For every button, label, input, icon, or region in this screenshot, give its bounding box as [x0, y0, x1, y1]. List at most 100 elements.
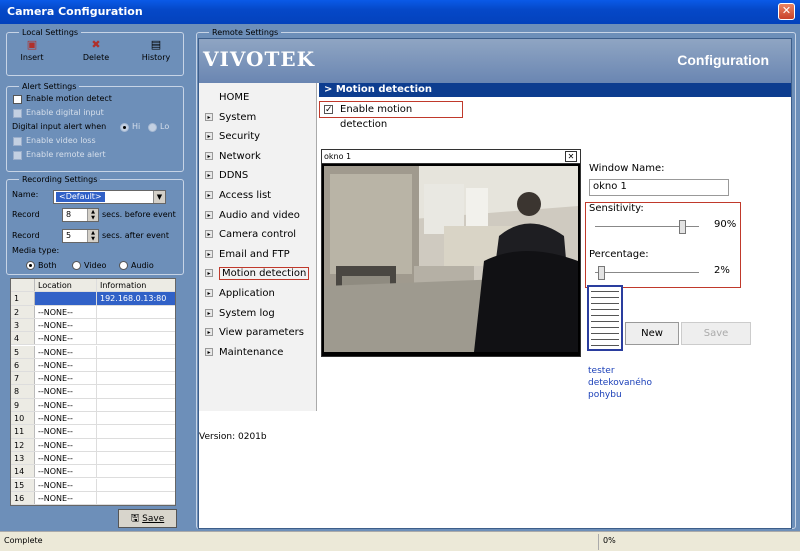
sensitivity-slider-thumb[interactable] — [678, 220, 686, 234]
record-before-stepper[interactable]: 8 ▲ ▼ — [62, 208, 99, 222]
percentage-slider-track[interactable] — [595, 272, 699, 274]
enable-motion-detect-checkbox[interactable] — [13, 95, 22, 104]
expand-arrow-icon[interactable]: ▸ — [205, 289, 213, 297]
table-row[interactable]: 12 --NONE-- — [11, 438, 175, 452]
table-row[interactable]: 7 --NONE-- — [11, 372, 175, 386]
row-information — [97, 425, 175, 437]
expand-arrow-icon[interactable]: ▸ — [205, 151, 213, 160]
table-row[interactable]: 9 --NONE-- — [11, 398, 175, 412]
row-information — [97, 332, 175, 344]
media-audio-radio[interactable] — [119, 261, 128, 270]
row-location: --NONE-- — [35, 465, 97, 478]
new-button[interactable]: New — [625, 322, 679, 345]
media-audio-label: Audio — [131, 261, 154, 270]
nav-item-access-list[interactable]: ▸ Access list — [205, 189, 271, 203]
app-window: Camera Configuration ✕ Local Settings ▣ … — [0, 0, 800, 551]
table-row[interactable]: 5 --NONE-- — [11, 345, 175, 359]
local-settings-title: Local Settings — [19, 27, 82, 38]
history-button[interactable]: ▤ History — [139, 39, 173, 63]
enable-remote-alert-checkbox[interactable] — [13, 151, 22, 160]
expand-arrow-icon[interactable]: ▸ — [205, 347, 213, 356]
nav-item-application[interactable]: ▸ Application — [205, 287, 275, 301]
expand-arrow-icon[interactable]: ▸ — [205, 112, 213, 121]
nav-item-email-and-ftp[interactable]: ▸ Email and FTP — [205, 248, 290, 262]
insert-button[interactable]: ▣ Insert — [17, 39, 47, 63]
lo-label: Lo — [160, 122, 170, 131]
nav-item-security[interactable]: ▸ Security — [205, 130, 260, 144]
expand-arrow-icon[interactable]: ▸ — [205, 308, 213, 317]
close-button[interactable]: ✕ — [778, 3, 795, 20]
expand-arrow-icon[interactable]: ▸ — [205, 171, 213, 180]
save-button[interactable]: 🖫 Save — [118, 509, 177, 528]
enable-digital-input-checkbox[interactable] — [13, 109, 22, 118]
name-select[interactable]: <Default> ▼ — [53, 190, 166, 204]
row-information — [97, 346, 175, 358]
nav-item-audio-and-video[interactable]: ▸ Audio and video — [205, 209, 300, 223]
table-row[interactable]: 6 --NONE-- — [11, 358, 175, 373]
row-information — [97, 465, 175, 477]
nav-item-motion-detection[interactable]: ▸ Motion detection — [205, 267, 310, 281]
expand-arrow-icon[interactable]: ▸ — [205, 132, 213, 141]
table-row[interactable]: 14 --NONE-- — [11, 465, 175, 479]
expand-arrow-icon[interactable]: ▸ — [205, 230, 213, 239]
checkbox-check-icon[interactable] — [324, 103, 333, 118]
record-after-stepper[interactable]: 5 ▲ ▼ — [62, 229, 99, 243]
table-row[interactable]: 16 --NONE-- — [11, 491, 175, 505]
record-before-value: 8 — [66, 210, 72, 219]
row-number: 12 — [11, 438, 35, 451]
office-scene-image — [324, 166, 578, 352]
nav-item-label: Email and FTP — [219, 248, 290, 260]
table-row[interactable]: 15 --NONE-- — [11, 478, 175, 492]
configuration-title: Configuration — [677, 52, 769, 68]
expand-arrow-icon[interactable]: ▸ — [205, 191, 213, 199]
percentage-slider-thumb[interactable] — [598, 266, 606, 280]
location-table: Location Information 1 192.168.0.13:80 2 --… — [10, 278, 176, 506]
nav-item-system-log[interactable]: ▸ System log — [205, 307, 275, 321]
nav-item-view-parameters[interactable]: ▸ View parameters — [205, 326, 304, 340]
media-both-radio[interactable] — [26, 261, 35, 270]
nav-item-label: Access list — [219, 190, 272, 201]
table-row[interactable]: 4 --NONE-- — [11, 332, 175, 346]
nav-item-maintenance[interactable]: ▸ Maintenance — [205, 346, 283, 360]
nav-item-camera-control[interactable]: ▸ Camera control — [205, 228, 296, 242]
close-icon[interactable]: ✕ — [565, 151, 577, 162]
table-row[interactable]: 1 192.168.0.13:80 — [11, 292, 175, 306]
digital-alert-when-label: Digital input alert when — [12, 122, 107, 131]
hi-radio[interactable] — [120, 123, 129, 132]
row-information — [97, 492, 175, 504]
save-window-button[interactable]: Save — [681, 322, 751, 345]
expand-arrow-icon[interactable]: ▸ — [205, 249, 213, 258]
expand-arrow-icon[interactable]: ▸ — [205, 210, 213, 219]
nav-item-ddns[interactable]: ▸ DDNS — [205, 169, 248, 183]
nav-item-label: System — [219, 111, 257, 123]
expand-arrow-icon[interactable]: ▸ — [205, 269, 213, 278]
nav-item-network[interactable]: ▸ Network — [205, 150, 261, 164]
row-number: 16 — [11, 491, 35, 505]
camera-preview-window[interactable]: okno 1 ✕ — [321, 149, 581, 357]
percentage-label: Percentage: — [589, 249, 649, 260]
enable-motion-detection-checkbox[interactable]: Enable motion detection — [319, 101, 463, 130]
delete-button[interactable]: ✖ Delete — [80, 39, 112, 63]
table-row[interactable]: 10 --NONE-- — [11, 412, 175, 426]
chevron-down-icon[interactable]: ▼ — [153, 191, 165, 203]
nav-item-system[interactable]: ▸ System — [205, 111, 256, 125]
expand-arrow-icon[interactable]: ▸ — [205, 328, 213, 337]
nav-item-home[interactable]: HOME — [219, 91, 249, 105]
table-row[interactable]: 3 --NONE-- — [11, 318, 175, 333]
meter-bar — [591, 309, 619, 310]
nav-item-label: Audio and video — [219, 209, 300, 221]
table-row[interactable]: 8 --NONE-- — [11, 385, 175, 399]
row-location: --NONE-- — [35, 425, 97, 438]
spin-arrows-icon[interactable]: ▲ ▼ — [87, 230, 98, 242]
table-row[interactable]: 13 --NONE-- — [11, 451, 175, 466]
camera-window-title: okno 1 — [324, 152, 352, 161]
meter-bar — [591, 339, 619, 340]
name-label: Name: — [12, 190, 39, 199]
spin-arrows-icon[interactable]: ▲ ▼ — [87, 209, 98, 221]
table-row[interactable]: 11 --NONE-- — [11, 425, 175, 439]
enable-video-loss-checkbox[interactable] — [13, 137, 22, 146]
window-name-input[interactable]: okno 1 — [589, 179, 729, 196]
table-row[interactable]: 2 --NONE-- — [11, 305, 175, 319]
media-video-radio[interactable] — [72, 261, 81, 270]
lo-radio[interactable] — [148, 123, 157, 132]
